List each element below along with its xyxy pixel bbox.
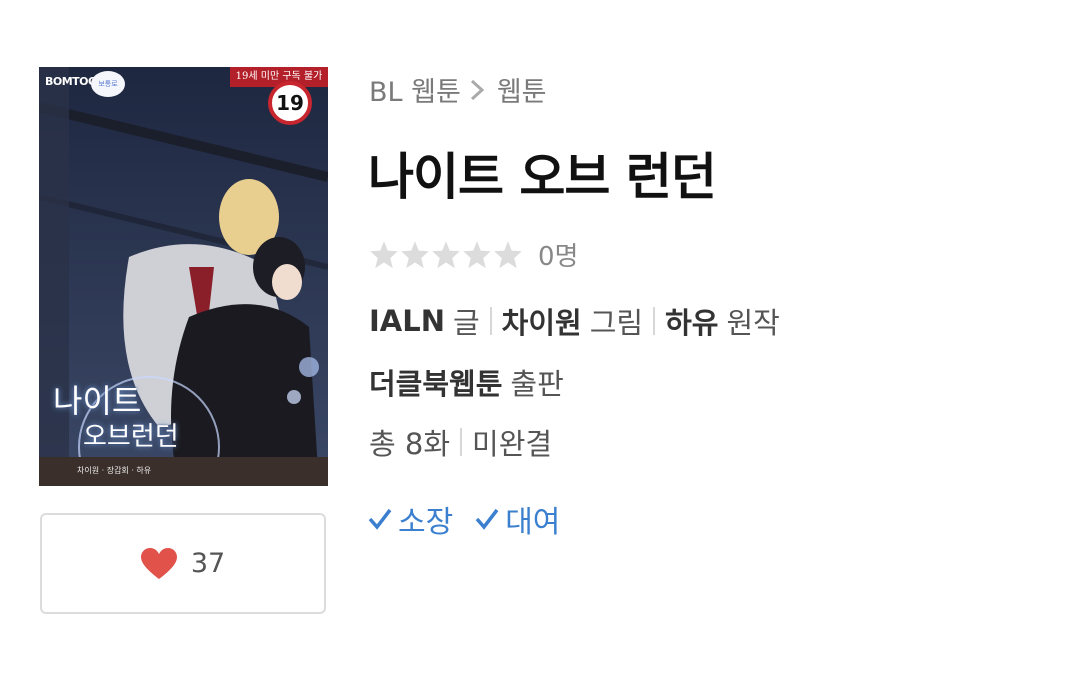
rent-option[interactable]: 대여	[475, 497, 560, 541]
publisher-line: 더클북웹툰 출판	[369, 361, 564, 403]
publisher-name[interactable]: 더클북웹툰	[369, 361, 502, 403]
rating-count: 0명	[538, 242, 579, 272]
breadcrumb-webtoon[interactable]: 웹툰	[497, 70, 547, 109]
authors-line: IALN 글 차이원 그림 하유 원작	[369, 300, 780, 342]
page-title: 나이트 오브 런던	[368, 148, 717, 206]
episodes-line: 총 8화 미완결	[369, 421, 552, 463]
divider	[460, 428, 463, 456]
divider	[653, 307, 656, 335]
writer-role: 글	[452, 306, 480, 340]
check-icon	[475, 508, 499, 530]
star-icon	[401, 240, 429, 268]
episode-total: 총 8화	[369, 427, 451, 461]
rent-label: 대여	[505, 505, 561, 540]
purchase-options: 소장 대여	[368, 497, 582, 541]
breadcrumb-bl-webtoon[interactable]: BL 웹툰	[369, 70, 461, 109]
cover-image[interactable]: BOMTOON 보통로 19세 미만 구독 불가 19 나이트 오브런던 차이원…	[39, 67, 328, 486]
artist-name[interactable]: 차이원	[502, 300, 582, 342]
rating: 0명	[369, 236, 578, 273]
cover-title-line2: 오브런던	[83, 422, 179, 452]
original-role: 원작	[726, 306, 780, 340]
own-label: 소장	[398, 505, 454, 540]
artist-role: 그림	[589, 306, 644, 340]
own-option[interactable]: 소장	[368, 497, 453, 541]
completion-status: 미완결	[472, 427, 553, 461]
cover-title: 나이트 오브런던	[53, 383, 179, 455]
chevron-right-icon	[470, 79, 485, 100]
original-author-name[interactable]: 하유	[665, 300, 718, 342]
star-icon	[370, 240, 398, 268]
cover-title-line1: 나이트	[53, 382, 142, 420]
like-count: 37	[190, 548, 226, 579]
cover-credits: 차이원 · 장갑회 · 하유	[77, 466, 152, 475]
age-19-badge: 19	[268, 81, 312, 125]
divider	[489, 307, 492, 335]
publisher-role: 출판	[510, 367, 564, 401]
star-icon	[494, 240, 522, 268]
writer-name[interactable]: IALN	[369, 304, 445, 338]
star-icon	[432, 240, 460, 268]
heart-icon	[140, 547, 177, 579]
check-icon	[368, 508, 392, 530]
cover-bubble: 보통로	[91, 71, 125, 97]
star-icon	[463, 240, 491, 268]
breadcrumb: BL 웹툰 웹툰	[369, 70, 547, 109]
like-button[interactable]: 37	[40, 513, 326, 614]
